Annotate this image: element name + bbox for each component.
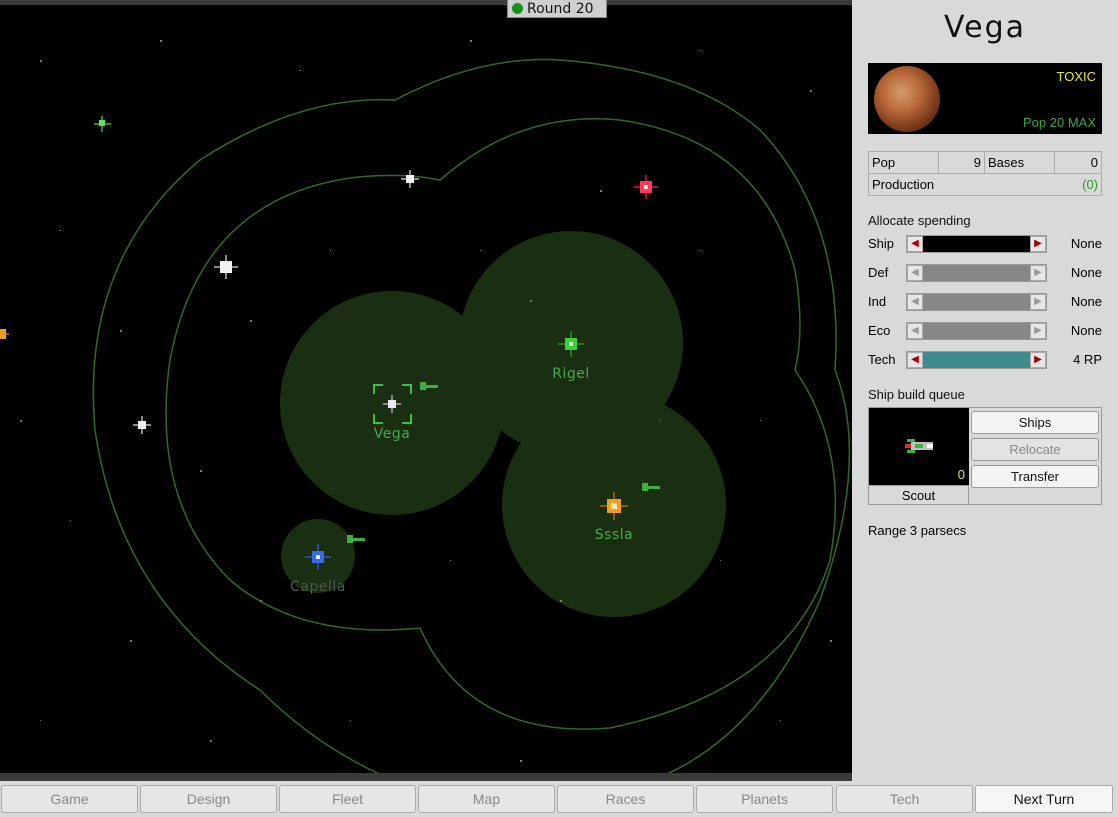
arrow-left-icon[interactable]: ◀: [907, 265, 923, 281]
alloc-row-eco: Eco ◀ ▶ None: [868, 320, 1102, 342]
alloc-row-def: Def ◀ ▶ None: [868, 262, 1102, 284]
nav-tech[interactable]: Tech: [836, 785, 973, 813]
alloc-label: Ship: [868, 236, 895, 251]
arrow-right-icon[interactable]: ▶: [1030, 265, 1046, 281]
alloc-value: None: [1070, 294, 1102, 309]
planet-panel: Vega TOXIC Pop 20 MAX Pop 9 Bases 0 Prod…: [852, 0, 1118, 781]
bottom-nav: Game Design Fleet Map Races Planets Tech…: [0, 781, 1118, 817]
planet-image: TOXIC Pop 20 MAX: [868, 63, 1102, 134]
slider-track[interactable]: [923, 294, 1030, 310]
planet-globe-icon: [874, 66, 940, 132]
map-top-bar: [0, 0, 852, 5]
arrow-right-icon[interactable]: ▶: [1030, 352, 1046, 368]
alloc-label: Ind: [868, 294, 887, 309]
slider-track[interactable]: [923, 323, 1030, 339]
arrow-right-icon[interactable]: ▶: [1030, 323, 1046, 339]
slider-track[interactable]: [923, 352, 1030, 368]
alloc-value: None: [1070, 265, 1102, 280]
star-orange-edge[interactable]: [0, 329, 9, 339]
slider-track[interactable]: [923, 236, 1030, 252]
planet-max-pop: Pop 20 MAX: [1023, 115, 1096, 130]
nav-fleet[interactable]: Fleet: [279, 785, 416, 813]
nav-design[interactable]: Design: [140, 785, 277, 813]
star-label-sssla: Sssla: [594, 527, 634, 543]
arrow-left-icon[interactable]: ◀: [907, 323, 923, 339]
bases-label: Bases: [984, 151, 1055, 174]
ship-name: Scout: [869, 485, 969, 505]
tech-slider[interactable]: ◀ ▶: [906, 351, 1047, 369]
bases-value: 0: [1054, 151, 1102, 174]
star-white-sw[interactable]: [133, 416, 151, 434]
production-value: (0): [984, 173, 1102, 196]
star-label-vega: Vega: [373, 426, 411, 442]
nav-races[interactable]: Races: [557, 785, 694, 813]
app-root: Rigel Vega Sssla Capella Round 20 Vega T…: [0, 0, 1118, 817]
fleet-icon-capella[interactable]: [347, 535, 365, 543]
production-label: Production: [868, 173, 985, 196]
alloc-value: None: [1070, 323, 1102, 338]
planet-environment: TOXIC: [1056, 69, 1097, 84]
ships-button[interactable]: Ships: [971, 411, 1099, 434]
map-canvas[interactable]: [0, 0, 852, 781]
pop-label: Pop: [868, 151, 939, 174]
next-turn-button[interactable]: Next Turn: [975, 785, 1113, 813]
queue-title: Ship build queue: [868, 387, 965, 402]
pop-value: 9: [938, 151, 985, 174]
ship-slider[interactable]: ◀ ▶: [906, 235, 1047, 253]
alloc-value: 4 RP: [1073, 352, 1102, 367]
map-bottom-bar: [0, 773, 852, 781]
stats-row: Production (0): [868, 173, 1102, 196]
arrow-right-icon[interactable]: ▶: [1030, 236, 1046, 252]
star-label-capella: Capella: [290, 579, 346, 595]
star-label-rigel: Rigel: [552, 366, 590, 382]
star-white-north[interactable]: [401, 170, 419, 188]
def-slider[interactable]: ◀ ▶: [906, 264, 1047, 282]
slider-track[interactable]: [923, 265, 1030, 281]
allocate-title: Allocate spending: [868, 213, 971, 228]
ind-slider[interactable]: ◀ ▶: [906, 293, 1047, 311]
arrow-left-icon[interactable]: ◀: [907, 294, 923, 310]
transfer-button[interactable]: Transfer: [971, 465, 1099, 488]
round-label: Round 20: [527, 0, 594, 17]
turn-status-icon: [512, 3, 523, 14]
ship-thumbnail[interactable]: 0: [869, 408, 969, 485]
star-white-west[interactable]: [214, 255, 238, 279]
nav-game[interactable]: Game: [1, 785, 138, 813]
nav-planets[interactable]: Planets: [696, 785, 833, 813]
build-queue: 0 Scout Ships Relocate Transfer: [868, 407, 1102, 505]
arrow-left-icon[interactable]: ◀: [907, 352, 923, 368]
planet-stats-table: Pop 9 Bases 0 Production (0): [868, 151, 1102, 196]
eco-slider[interactable]: ◀ ▶: [906, 322, 1047, 340]
arrow-right-icon[interactable]: ▶: [1030, 294, 1046, 310]
alloc-row-ship: Ship ◀ ▶ None: [868, 233, 1102, 255]
relocate-button[interactable]: Relocate: [971, 438, 1099, 461]
star-red[interactable]: [634, 175, 658, 199]
scout-ship-icon: [905, 439, 933, 453]
arrow-left-icon[interactable]: ◀: [907, 236, 923, 252]
galaxy-map[interactable]: Rigel Vega Sssla Capella Round 20: [0, 0, 852, 781]
alloc-label: Tech: [868, 352, 896, 367]
alloc-label: Eco: [868, 323, 891, 338]
ship-count: 0: [957, 467, 965, 482]
alloc-row-tech: Tech ◀ ▶ 4 RP: [868, 349, 1102, 371]
alloc-value: None: [1070, 236, 1102, 251]
alloc-row-ind: Ind ◀ ▶ None: [868, 291, 1102, 313]
nav-map[interactable]: Map: [418, 785, 555, 813]
stats-row: Pop 9 Bases 0: [868, 151, 1102, 174]
round-indicator: Round 20: [507, 0, 607, 18]
range-info: Range 3 parsecs: [868, 523, 967, 538]
planet-title: Vega: [943, 10, 1027, 45]
star-green-nw[interactable]: [94, 116, 111, 132]
alloc-label: Def: [868, 265, 889, 280]
